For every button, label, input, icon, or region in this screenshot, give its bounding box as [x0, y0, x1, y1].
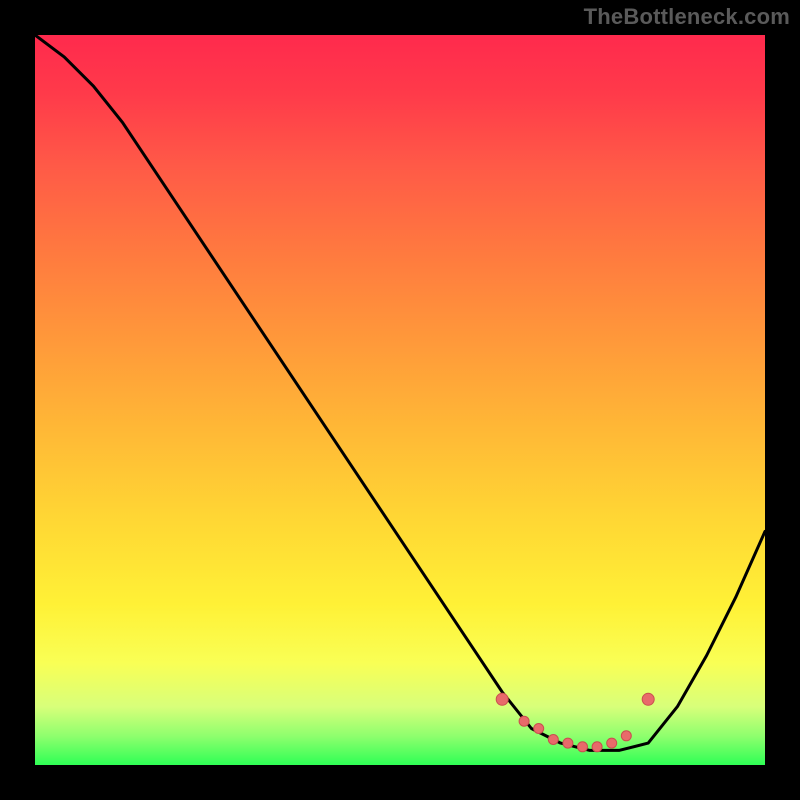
watermark-text: TheBottleneck.com: [584, 4, 790, 30]
valley-marker: [578, 742, 588, 752]
valley-marker: [607, 738, 617, 748]
valley-marker: [519, 716, 529, 726]
chart-frame: TheBottleneck.com: [0, 0, 800, 800]
bottleneck-curve: [35, 35, 765, 750]
valley-marker: [534, 724, 544, 734]
valley-marker: [592, 742, 602, 752]
valley-marker: [548, 735, 558, 745]
valley-marker: [496, 693, 508, 705]
curve-layer: [35, 35, 765, 765]
valley-marker: [563, 738, 573, 748]
valley-marker: [621, 731, 631, 741]
marker-group: [496, 693, 654, 752]
valley-marker: [642, 693, 654, 705]
